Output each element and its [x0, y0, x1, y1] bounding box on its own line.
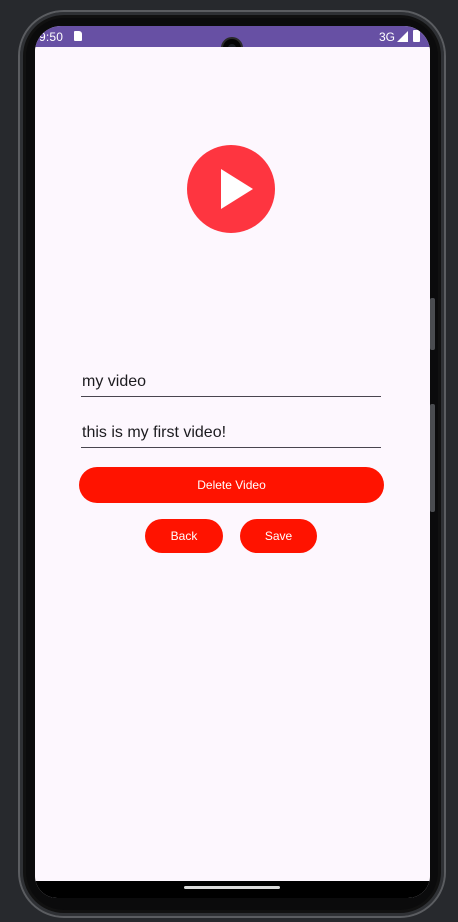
play-triangle [221, 169, 253, 209]
sd-card-icon [74, 31, 82, 41]
signal-icon [397, 31, 408, 42]
video-description-input[interactable] [81, 422, 381, 448]
delete-video-button[interactable]: Delete Video [79, 467, 384, 503]
power-button [430, 298, 435, 350]
home-indicator[interactable] [184, 886, 280, 889]
network-type: 3G [378, 30, 395, 44]
video-title-input[interactable] [81, 371, 381, 397]
save-button[interactable]: Save [240, 519, 317, 553]
phone-screen: 9:50 3G Delete Video Back Save [35, 26, 430, 898]
video-edit-screen: Delete Video Back Save [35, 47, 430, 881]
navigation-bar [35, 881, 430, 898]
volume-button [430, 404, 435, 512]
status-time: 9:50 [39, 30, 64, 44]
back-button[interactable]: Back [145, 519, 223, 553]
play-icon [187, 145, 275, 233]
battery-icon [413, 30, 420, 42]
